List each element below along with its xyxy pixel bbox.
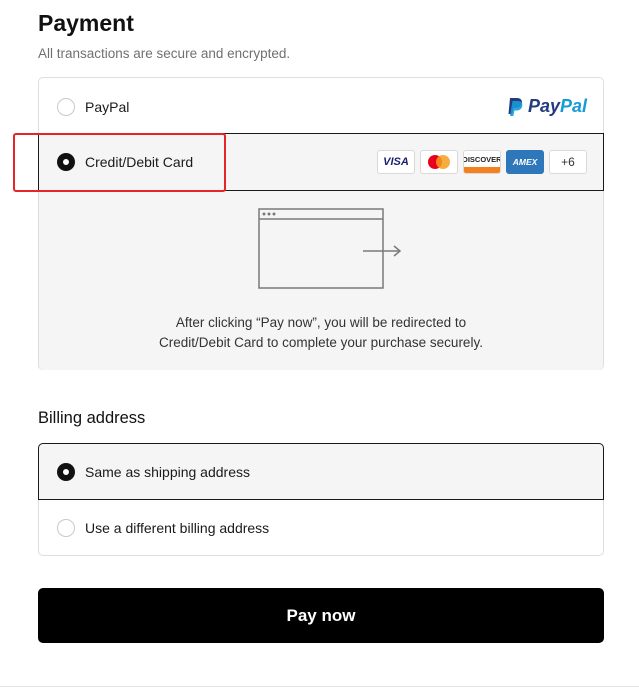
card-brand-list: VISA DISCOVER AMEX +6	[377, 150, 587, 174]
paypal-logo-pal: Pal	[559, 96, 587, 116]
card-option[interactable]: Credit/Debit Card VISA DISCOVER AMEX +6	[38, 133, 604, 191]
card-radio[interactable]	[57, 153, 75, 171]
more-brands-badge: +6	[549, 150, 587, 174]
redirect-message: After clicking “Pay now”, you will be re…	[39, 313, 603, 353]
card-label: Credit/Debit Card	[85, 154, 194, 170]
redirect-line-2: Credit/Debit Card to complete your purch…	[159, 335, 483, 350]
mastercard-icon	[420, 150, 458, 174]
visa-icon: VISA	[377, 150, 415, 174]
discover-text: DISCOVER	[463, 154, 501, 164]
different-address-label: Use a different billing address	[85, 520, 270, 536]
bottom-divider	[0, 686, 639, 687]
redirect-line-1: After clicking “Pay now”, you will be re…	[175, 315, 467, 330]
amex-icon: AMEX	[506, 150, 544, 174]
different-address-option[interactable]: Use a different billing address	[39, 500, 603, 556]
payment-method-group: PayPal Pay Pal Credit/Debit Card VISA DIS…	[38, 77, 604, 370]
payment-subtitle: All transactions are secure and encrypte…	[38, 46, 291, 61]
browser-redirect-icon	[258, 208, 402, 289]
same-address-option[interactable]: Same as shipping address	[38, 443, 604, 500]
same-address-radio[interactable]	[57, 462, 75, 481]
card-redirect-panel: After clicking “Pay now”, you will be re…	[39, 191, 603, 370]
paypal-label: PayPal	[85, 98, 130, 115]
paypal-radio[interactable]	[57, 97, 75, 116]
discover-icon: DISCOVER	[463, 150, 501, 174]
paypal-option[interactable]: PayPal Pay Pal	[39, 78, 603, 135]
paypal-logo: Pay Pal	[506, 96, 587, 117]
pay-now-button[interactable]: Pay now	[38, 588, 604, 643]
payment-title: Payment	[38, 10, 134, 36]
billing-title: Billing address	[38, 409, 146, 427]
different-address-radio[interactable]	[57, 519, 75, 537]
billing-address-group: Same as shipping address Use a different…	[38, 443, 604, 556]
same-address-label: Same as shipping address	[85, 463, 250, 480]
paypal-icon	[508, 97, 523, 116]
paypal-logo-pay: Pay	[527, 96, 560, 116]
